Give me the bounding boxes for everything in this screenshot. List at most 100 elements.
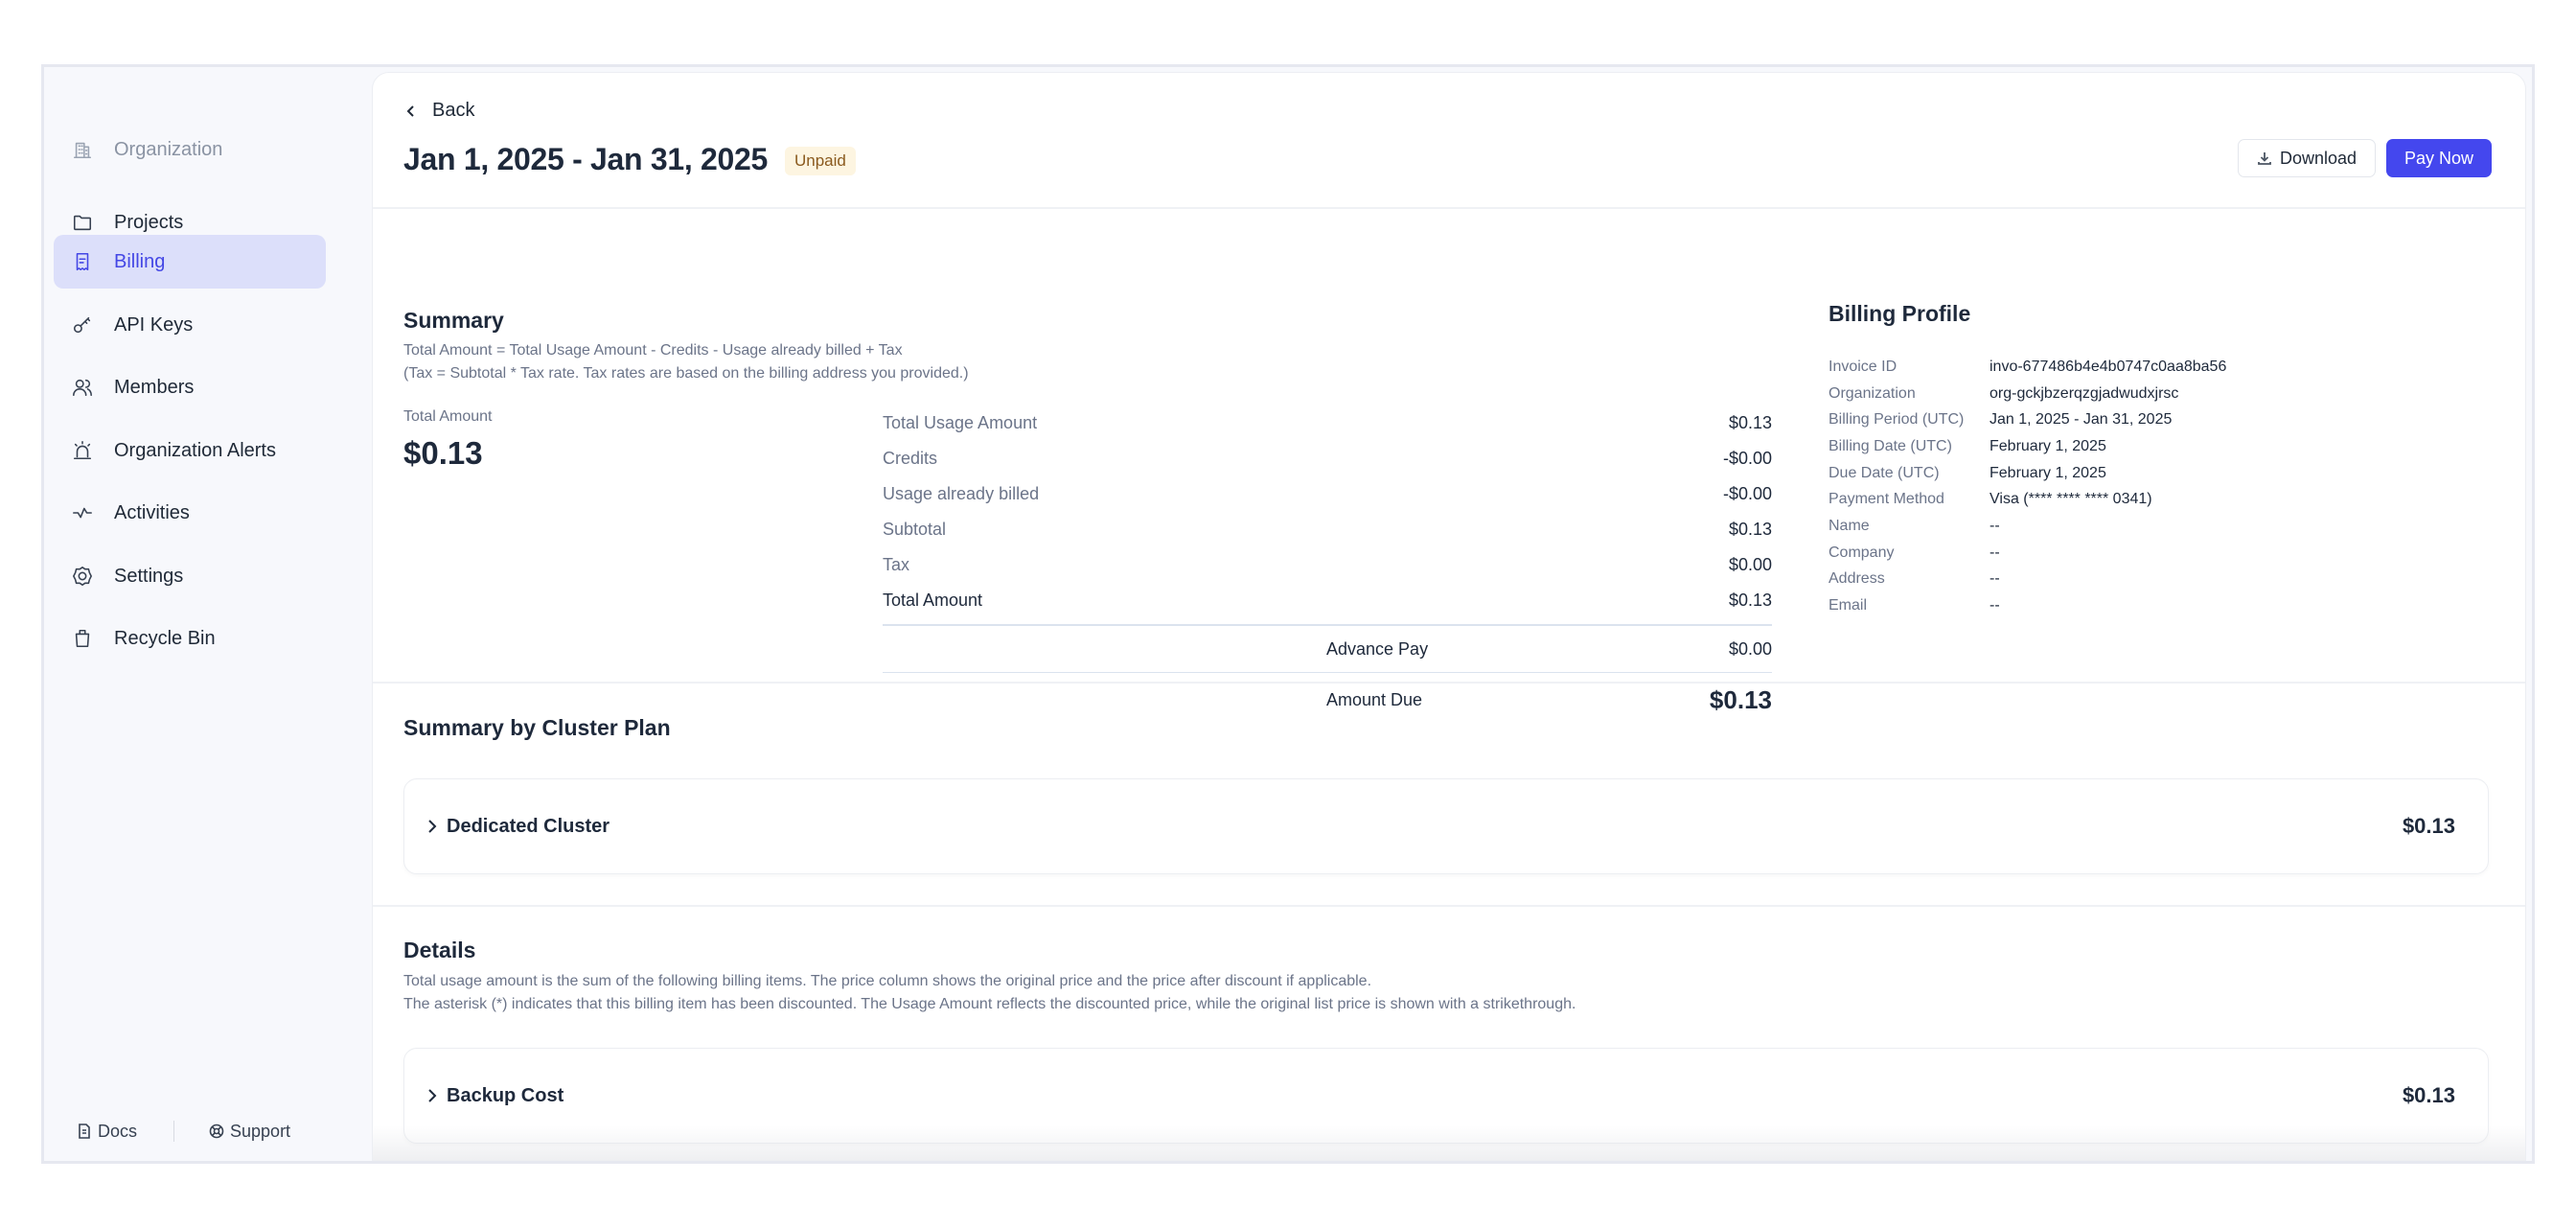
siren-icon	[72, 440, 93, 461]
download-icon	[2258, 152, 2271, 165]
summary-row-label: Credits	[883, 449, 938, 468]
summary-row-label: Usage already billed	[883, 484, 1040, 503]
back-label: Back	[432, 100, 475, 121]
status-badge: Unpaid	[785, 147, 856, 175]
sidebar-item-label: Billing	[114, 250, 166, 272]
chevron-left-icon	[406, 104, 414, 117]
details-description-1: Total usage amount is the sum of the fol…	[403, 973, 1372, 989]
summary-row-label: Total Usage Amount	[883, 413, 1038, 432]
invoice-detail-panel: Back Jan 1, 2025 - Jan 31, 2025 Unpaid D…	[372, 72, 2526, 1161]
download-button[interactable]: Download	[2238, 139, 2376, 177]
summary-row: Tax $0.00	[883, 547, 1772, 583]
billing-profile-heading: Billing Profile	[1828, 301, 1971, 326]
activity-icon	[72, 502, 93, 523]
cluster-plan-heading: Summary by Cluster Plan	[403, 715, 671, 740]
divider	[373, 682, 2525, 684]
profile-row: Billing Date (UTC) February 1, 2025	[1828, 433, 2226, 460]
summary-row-value: -$0.00	[1722, 449, 1772, 468]
profile-label: Billing Period (UTC)	[1828, 411, 1965, 429]
docs-link[interactable]: Docs	[77, 1122, 137, 1142]
advance-pay-label: Advance Pay	[1326, 638, 1429, 659]
profile-value: --	[1990, 597, 2000, 614]
pay-now-button[interactable]: Pay Now	[2386, 139, 2492, 177]
chevron-right-icon	[428, 820, 437, 833]
support-link[interactable]: Support	[209, 1122, 290, 1142]
summary-row: Total Usage Amount $0.13	[883, 405, 1772, 441]
advance-pay-value: $0.00	[1728, 638, 1772, 659]
sidebar-item-organization-alerts[interactable]: Organization Alerts	[54, 424, 326, 477]
divider	[373, 905, 2525, 907]
summary-row-label: Total Amount	[883, 591, 983, 610]
sidebar-item-recycle-bin[interactable]: Recycle Bin	[54, 612, 326, 665]
footer-divider	[173, 1121, 175, 1142]
accordion-title: Dedicated Cluster	[447, 815, 610, 837]
receipt-icon	[72, 251, 93, 272]
key-icon	[72, 314, 93, 336]
summary-tax-note: (Tax = Subtotal * Tax rate. Tax rates ar…	[403, 365, 969, 382]
summary-formula: Total Amount = Total Usage Amount - Cred…	[403, 342, 903, 359]
gear-icon	[72, 566, 93, 587]
profile-value: invo-677486b4e4b0747c0aa8ba56	[1990, 358, 2227, 375]
sidebar-footer: Docs Support	[44, 1112, 372, 1150]
building-icon	[72, 139, 93, 160]
profile-label: Address	[1828, 570, 1885, 588]
page-title: Jan 1, 2025 - Jan 31, 2025	[403, 142, 769, 176]
profile-row: Payment Method Visa (**** **** **** 0341)	[1828, 486, 2226, 513]
sidebar-item-organization[interactable]: Organization	[54, 123, 326, 176]
sidebar-item-activities[interactable]: Activities	[54, 486, 326, 540]
sidebar-item-label: Organization Alerts	[114, 439, 276, 461]
sidebar-item-label: Projects	[114, 211, 184, 233]
lifebuoy-icon	[209, 1124, 224, 1139]
chevron-right-icon	[428, 1089, 437, 1102]
amount-due-label: Amount Due	[1326, 689, 1423, 709]
sidebar-item-billing[interactable]: Billing	[54, 235, 326, 289]
total-amount-value: $0.13	[403, 435, 483, 471]
accordion-amount: $0.13	[2402, 814, 2455, 838]
profile-value: org-gckjbzerqzgjadwudxjrsc	[1990, 384, 2179, 402]
summary-row: Usage already billed -$0.00	[883, 476, 1772, 512]
total-amount-label: Total Amount	[403, 408, 493, 425]
profile-label: Payment Method	[1828, 491, 1944, 508]
summary-heading: Summary	[403, 308, 504, 333]
profile-label: Email	[1828, 597, 1868, 614]
profile-value: February 1, 2025	[1990, 464, 2106, 481]
profile-label: Due Date (UTC)	[1828, 464, 1940, 481]
summary-row-value: -$0.00	[1722, 484, 1772, 503]
sidebar-item-label: Settings	[114, 565, 184, 587]
profile-value: February 1, 2025	[1990, 437, 2106, 454]
profile-value: Visa (**** **** **** 0341)	[1990, 491, 2152, 508]
sidebar-item-api-keys[interactable]: API Keys	[54, 298, 326, 352]
summary-table: Total Usage Amount $0.13 Credits -$0.00 …	[883, 405, 1772, 727]
accordion-amount: $0.13	[2402, 1083, 2455, 1107]
summary-row-value: $0.13	[1728, 520, 1772, 539]
users-icon	[72, 377, 93, 398]
accordion-backup-cost[interactable]: Backup Cost $0.13	[403, 1048, 2489, 1144]
divider	[373, 207, 2525, 209]
app-window: Organization Projects Billing API Keys M…	[41, 64, 2535, 1164]
profile-row: Company --	[1828, 540, 2226, 567]
sidebar-item-members[interactable]: Members	[54, 360, 326, 414]
accordion-dedicated-cluster[interactable]: Dedicated Cluster $0.13	[403, 778, 2489, 874]
summary-row: Credits -$0.00	[883, 441, 1772, 476]
sidebar-item-label: API Keys	[114, 313, 194, 336]
profile-row: Due Date (UTC) February 1, 2025	[1828, 460, 2226, 487]
sidebar-item-label: Activities	[114, 501, 190, 523]
summary-row: Subtotal $0.13	[883, 512, 1772, 547]
accordion-title: Backup Cost	[447, 1084, 564, 1106]
summary-row-value: $0.13	[1728, 591, 1772, 610]
details-heading: Details	[403, 938, 476, 962]
profile-row: Address --	[1828, 567, 2226, 593]
profile-value: --	[1990, 517, 2000, 534]
download-label: Download	[2279, 148, 2358, 168]
profile-row: Name --	[1828, 513, 2226, 540]
billing-profile: Invoice ID invo-677486b4e4b0747c0aa8ba56 …	[1828, 354, 2226, 619]
summary-row-value: $0.13	[1728, 413, 1772, 432]
details-description-2: The asterisk (*) indicates that this bil…	[403, 996, 1576, 1012]
summary-row-label: Subtotal	[883, 520, 947, 539]
sidebar-item-settings[interactable]: Settings	[54, 549, 326, 603]
profile-value: --	[1990, 570, 2000, 588]
profile-value: --	[1990, 544, 2000, 561]
back-link[interactable]: Back	[403, 100, 474, 122]
sidebar: Organization Projects Billing API Keys M…	[44, 67, 372, 1161]
profile-label: Invoice ID	[1828, 358, 1898, 375]
